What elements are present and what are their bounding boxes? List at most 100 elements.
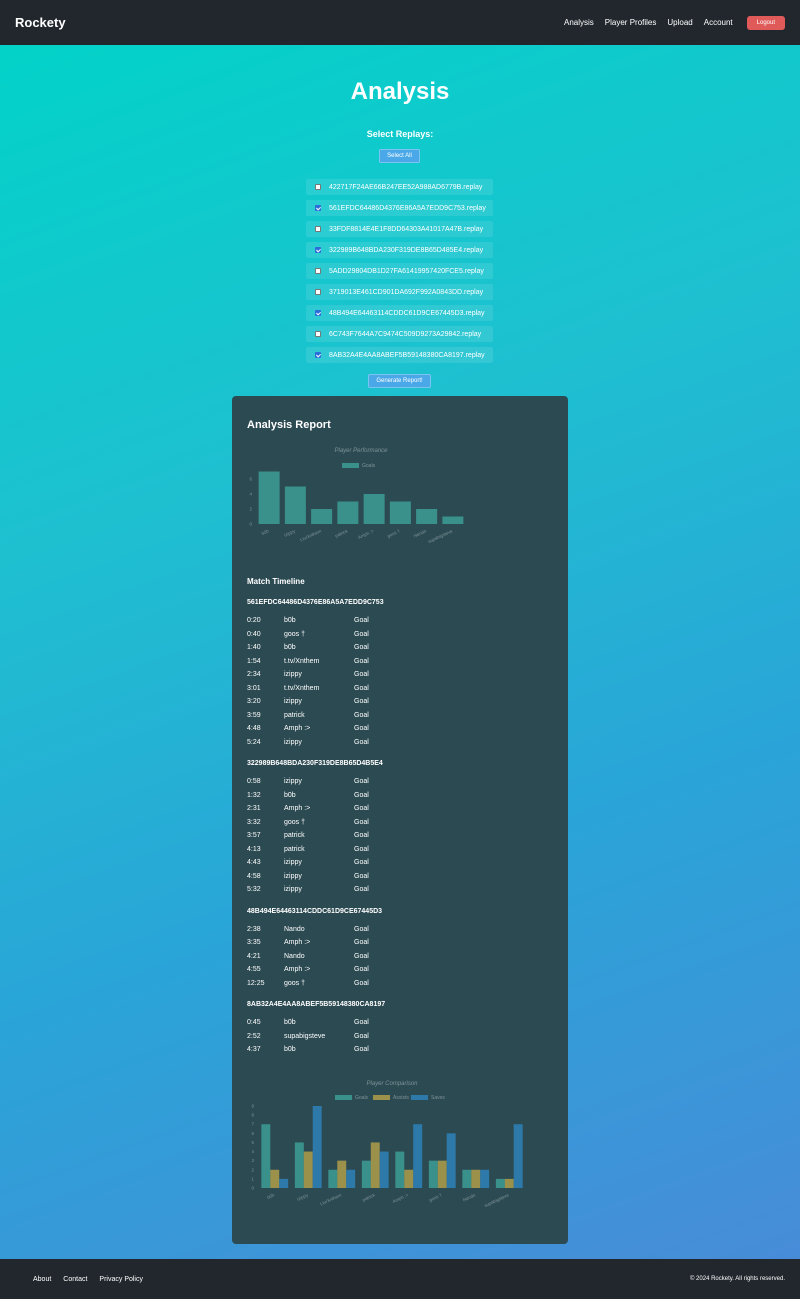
bar xyxy=(311,509,333,524)
y-tick-label: 9 xyxy=(251,1104,254,1109)
replay-filename: 6C743F7644A7C9474C509D9273A29842.replay xyxy=(329,330,482,338)
legend-swatch xyxy=(335,1095,352,1100)
event-player: b0b xyxy=(284,791,296,799)
legend-swatch xyxy=(342,463,359,468)
nav-link-account[interactable]: Account xyxy=(704,18,733,27)
brand-logo[interactable]: Rockety xyxy=(15,15,66,30)
event-time: 4:21 xyxy=(247,952,261,960)
nav-link-upload[interactable]: Upload xyxy=(667,18,692,27)
event-type: Goal xyxy=(354,684,369,692)
replay-item[interactable]: 3719013E461CD901DA692F992A0843DD.replay xyxy=(306,284,493,300)
y-tick-label: 6 xyxy=(249,477,252,482)
event-type: Goal xyxy=(354,859,369,866)
y-tick-label: 4 xyxy=(249,492,252,497)
timeline-event: 2:31 Amph :> Goal xyxy=(247,802,547,816)
replay-checkbox[interactable] xyxy=(315,310,321,316)
timeline-event: 0:20 b0b Goal xyxy=(247,614,547,628)
replay-item[interactable]: 8AB32A4E4AA8ABEF5B59148380CA8197.replay xyxy=(306,347,493,363)
timeline-event: 0:45 b0b Goal xyxy=(247,1016,547,1030)
replay-checkbox[interactable] xyxy=(315,331,321,337)
footer-link-privacy[interactable]: Privacy Policy xyxy=(99,1276,143,1283)
event-type: Goal xyxy=(354,725,369,732)
bar xyxy=(361,1160,371,1188)
x-tick-label: b0b xyxy=(266,1192,275,1200)
replay-checkbox[interactable] xyxy=(315,289,321,295)
generate-report-button[interactable]: Generate Report! xyxy=(368,374,431,388)
footer-link-about[interactable]: About xyxy=(33,1276,51,1283)
x-tick-label: patrick xyxy=(334,528,349,538)
event-player: Amph :> xyxy=(284,725,311,732)
bar xyxy=(370,1142,380,1188)
timeline-event: 0:40 goos † Goal xyxy=(247,628,547,642)
replay-item[interactable]: 48B494E64463114CDDC61D9CE67445D3.replay xyxy=(306,305,493,321)
event-time: 5:32 xyxy=(247,886,261,893)
nav-link-player-profiles[interactable]: Player Profiles xyxy=(605,18,657,27)
event-player: Amph :> xyxy=(284,805,311,812)
event-time: 0:20 xyxy=(247,617,261,624)
bar xyxy=(413,1124,423,1188)
match-id: 561EFDC64486D4376E86A5A7EDD9C753 xyxy=(247,599,384,606)
event-type: Goal xyxy=(354,845,369,853)
event-type: Goal xyxy=(354,979,369,987)
bar xyxy=(261,1124,271,1188)
select-all-button[interactable]: Select All xyxy=(379,149,420,163)
event-type: Goal xyxy=(354,952,369,960)
x-tick-label: goos † xyxy=(386,528,401,538)
bar xyxy=(513,1124,523,1188)
x-tick-label: Nando xyxy=(462,1192,477,1202)
page-title: Analysis xyxy=(350,78,450,105)
event-type: Goal xyxy=(354,630,369,638)
footer-link-contact[interactable]: Contact xyxy=(63,1276,87,1283)
event-player: patrick xyxy=(284,845,305,853)
replay-item[interactable]: 561EFDC64486D4376E86A5A7EDD9C753.replay xyxy=(306,200,493,216)
x-tick-label: Nando xyxy=(413,528,428,538)
replay-checkbox[interactable] xyxy=(315,247,321,253)
replay-item[interactable]: 5ADD29804DB1D27FA61419957420FCE5.replay xyxy=(306,263,493,279)
replay-checkbox[interactable] xyxy=(315,226,321,232)
event-time: 2:38 xyxy=(247,925,261,933)
logout-button[interactable]: Logout xyxy=(746,15,785,30)
event-player: b0b xyxy=(284,617,296,624)
bar xyxy=(337,1160,347,1188)
timeline-event: 4:21 Nando Goal xyxy=(247,950,547,964)
timeline-event: 2:38 Nando Goal xyxy=(247,923,547,937)
match-block: 322989B648BDA230F319DE8B65D4B5E4 0:58 izip… xyxy=(247,759,547,897)
chart-title: Player Performance xyxy=(334,448,388,454)
replay-item[interactable]: 6C743F7644A7C9474C509D9273A29842.replay xyxy=(306,326,493,342)
event-player: Nando xyxy=(284,952,305,960)
event-player: b0b xyxy=(284,644,296,651)
event-type: Goal xyxy=(354,738,369,746)
nav-link-analysis[interactable]: Analysis xyxy=(564,18,594,27)
bar xyxy=(389,501,411,524)
event-type: Goal xyxy=(354,778,369,785)
timeline-event: 4:55 Amph :> Goal xyxy=(247,963,547,977)
replay-checkbox[interactable] xyxy=(315,205,321,211)
event-type: Goal xyxy=(354,966,369,973)
match-id: 8AB32A4E4AA8ABEF5B59148380CA8197 xyxy=(247,1001,386,1008)
replay-checkbox[interactable] xyxy=(315,184,321,190)
event-player: supabigsteve xyxy=(284,1032,326,1040)
timeline-event: 4:48 Amph :> Goal xyxy=(247,722,547,736)
replay-filename: 48B494E64463114CDDC61D9CE67445D3.replay xyxy=(329,309,485,317)
event-type: Goal xyxy=(354,818,369,826)
replay-checkbox[interactable] xyxy=(315,268,321,274)
x-tick-label: t.tv/Xnthem xyxy=(299,528,322,542)
replay-filename: 322989B648BDA230F319DE8B65D485E4.replay xyxy=(329,246,484,254)
timeline-event: 4:43 izippy Goal xyxy=(247,856,547,870)
timeline-event: 3:59 patrick Goal xyxy=(247,709,547,723)
legend-swatch xyxy=(373,1095,390,1100)
event-time: 4:48 xyxy=(247,725,261,732)
event-type: Goal xyxy=(354,872,369,880)
bar xyxy=(346,1169,356,1188)
replay-item[interactable]: 322989B648BDA230F319DE8B65D485E4.replay xyxy=(306,242,493,258)
replay-item[interactable]: 422717F24AE66B247EE52A988AD6779B.replay xyxy=(306,179,493,195)
copyright: © 2024 Rockety. All rights reserved. xyxy=(689,1276,785,1282)
replay-checkbox[interactable] xyxy=(315,352,321,358)
timeline-event: 3:01 t.tv/Xnthem Goal xyxy=(247,682,547,696)
event-player: goos † xyxy=(284,818,306,826)
event-player: b0b xyxy=(284,1019,296,1026)
bar xyxy=(258,471,280,524)
legend-swatch xyxy=(411,1095,428,1100)
event-player: Amph :> xyxy=(284,966,311,973)
replay-item[interactable]: 33FDF8814E4E1F8DD64303A41017A47B.replay xyxy=(306,221,493,237)
